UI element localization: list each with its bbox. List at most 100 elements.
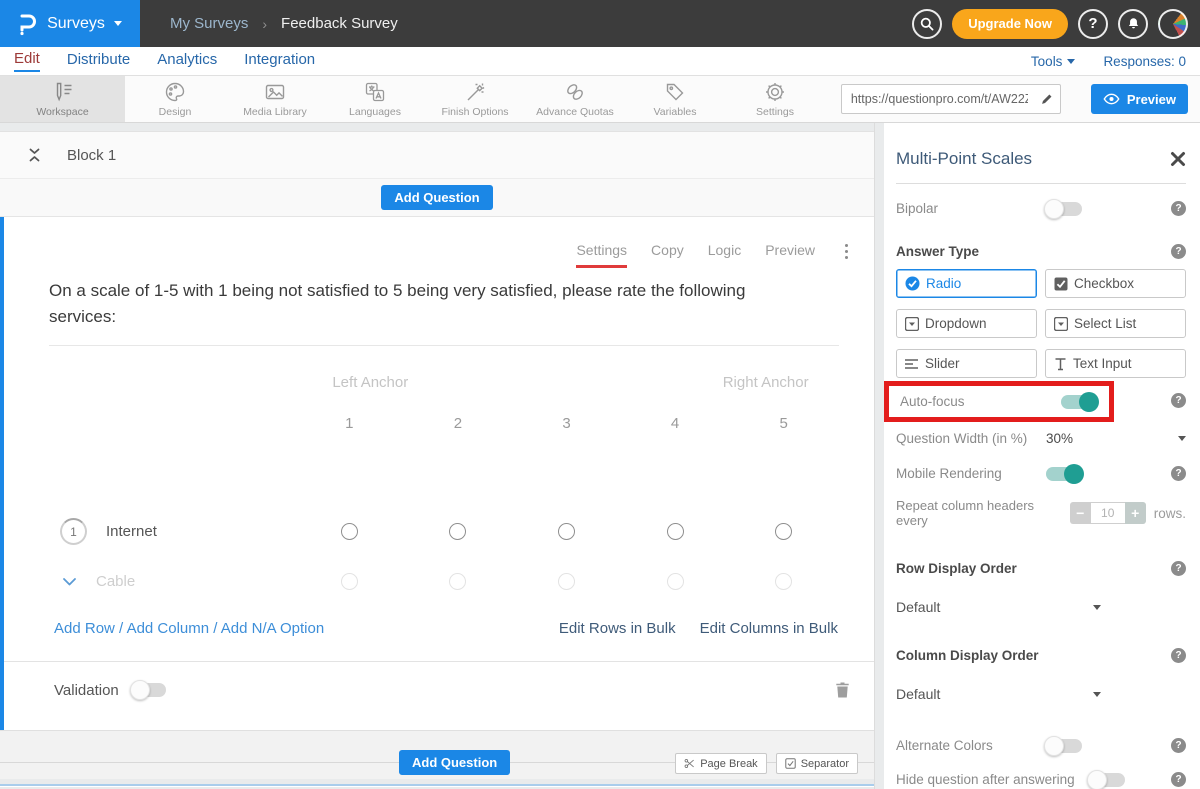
bipolar-row: Bipolar ?: [896, 201, 1186, 216]
radio-button[interactable]: [449, 573, 466, 590]
left-anchor-label[interactable]: Left Anchor: [332, 374, 408, 391]
tools-menu[interactable]: Tools: [1031, 54, 1076, 69]
breadcrumb-my-surveys[interactable]: My Surveys: [170, 15, 248, 32]
tab-integration[interactable]: Integration: [244, 51, 315, 71]
answer-type-dropdown[interactable]: Dropdown: [896, 309, 1037, 338]
collapse-block-icon[interactable]: [28, 147, 41, 163]
toolbar-item-settings[interactable]: Settings: [725, 76, 825, 122]
text-input-icon: [1054, 357, 1067, 371]
answer-type-radio[interactable]: Radio: [896, 269, 1037, 298]
answer-type-slider[interactable]: Slider: [896, 349, 1037, 378]
mobile-rendering-toggle[interactable]: [1046, 467, 1082, 481]
scale-point[interactable]: 5: [780, 415, 788, 432]
edit-rows-in-bulk-link[interactable]: Edit Rows in Bulk: [559, 620, 676, 637]
help-icon[interactable]: ?: [1171, 648, 1186, 663]
edit-columns-in-bulk-link[interactable]: Edit Columns in Bulk: [700, 620, 838, 637]
validation-toggle[interactable]: [132, 683, 166, 697]
toolbar-label: Variables: [654, 106, 697, 118]
toolbar-label: Design: [159, 106, 192, 118]
tab-distribute[interactable]: Distribute: [67, 51, 130, 71]
separator-button[interactable]: Separator: [776, 753, 858, 774]
radio-button[interactable]: [558, 523, 575, 540]
help-icon[interactable]: ?: [1171, 561, 1186, 576]
radio-button[interactable]: [667, 523, 684, 540]
question-tab-settings[interactable]: Settings: [576, 242, 627, 268]
survey-url-input[interactable]: [842, 85, 1034, 113]
edit-url-pencil-icon[interactable]: [1034, 92, 1060, 106]
page-break-button[interactable]: Page Break: [675, 753, 766, 774]
block-title[interactable]: Block 1: [67, 147, 116, 164]
radio-button[interactable]: [449, 523, 466, 540]
stepper-plus-button[interactable]: +: [1125, 502, 1146, 524]
add-question-button-top[interactable]: Add Question: [381, 185, 492, 210]
radio-button[interactable]: [775, 573, 792, 590]
product-name: Surveys: [47, 15, 105, 33]
answer-type-text-input[interactable]: Text Input: [1045, 349, 1186, 378]
help-icon[interactable]: ?: [1171, 738, 1186, 753]
upgrade-now-button[interactable]: Upgrade Now: [952, 9, 1068, 39]
add-column-link[interactable]: Add Column: [127, 620, 210, 637]
answer-type-label: Checkbox: [1074, 276, 1134, 291]
answer-type-header: Answer Type ?: [896, 244, 1186, 259]
question-tab-logic[interactable]: Logic: [708, 242, 741, 258]
scale-point[interactable]: 2: [454, 415, 462, 432]
stepper-minus-button[interactable]: −: [1070, 502, 1091, 524]
toolbar-item-finish-options[interactable]: Finish Options: [425, 76, 525, 122]
help-icon[interactable]: ?: [1171, 466, 1186, 481]
alternate-colors-toggle[interactable]: [1046, 739, 1082, 753]
hide-question-toggle[interactable]: [1089, 773, 1125, 787]
responses-count[interactable]: Responses: 0: [1103, 54, 1186, 69]
help-icon[interactable]: ?: [1171, 393, 1186, 408]
column-display-order-dropdown[interactable]: Default: [896, 686, 1101, 702]
toolbar-item-languages[interactable]: Languages: [325, 76, 425, 122]
add-question-button-bottom[interactable]: Add Question: [399, 750, 510, 775]
help-icon[interactable]: ?: [1171, 201, 1186, 216]
gear-icon: [763, 80, 787, 104]
toolbar-item-design[interactable]: Design: [125, 76, 225, 122]
scale-point[interactable]: 1: [345, 415, 353, 432]
notifications-button[interactable]: [1118, 9, 1148, 39]
answer-type-select-list[interactable]: Select List: [1045, 309, 1186, 338]
question-text[interactable]: On a scale of 1-5 with 1 being not satis…: [49, 278, 814, 329]
search-button[interactable]: [912, 9, 942, 39]
answer-type-checkbox[interactable]: Checkbox: [1045, 269, 1186, 298]
toolbar-item-media-library[interactable]: Media Library: [225, 76, 325, 122]
help-icon[interactable]: ?: [1171, 244, 1186, 259]
help-button[interactable]: ?: [1078, 9, 1108, 39]
radio-button[interactable]: [341, 573, 358, 590]
question-width-value[interactable]: 30%: [1046, 431, 1073, 446]
toolbar-item-variables[interactable]: Variables: [625, 76, 725, 122]
chevron-down-icon[interactable]: [62, 577, 77, 587]
scale-point[interactable]: 4: [671, 415, 679, 432]
toolbar-item-advance-quotas[interactable]: Advance Quotas: [525, 76, 625, 122]
right-anchor-label[interactable]: Right Anchor: [723, 374, 809, 391]
question-tab-preview[interactable]: Preview: [765, 242, 815, 258]
add-na-option-link[interactable]: Add N/A Option: [221, 620, 324, 637]
stepper-value[interactable]: 10: [1091, 502, 1125, 524]
auto-focus-toggle[interactable]: [1061, 395, 1097, 409]
radio-button[interactable]: [667, 573, 684, 590]
translate-icon: [363, 80, 387, 104]
add-row-link[interactable]: Add Row: [54, 620, 115, 637]
preview-button[interactable]: Preview: [1091, 84, 1188, 114]
row-label[interactable]: Internet: [106, 523, 157, 540]
close-icon[interactable]: [1170, 151, 1186, 167]
radio-button[interactable]: [775, 523, 792, 540]
row-display-order-dropdown[interactable]: Default: [896, 599, 1101, 615]
row-label[interactable]: Cable: [96, 573, 135, 590]
toolbar-item-workspace[interactable]: Workspace: [0, 76, 125, 122]
tab-edit[interactable]: Edit: [14, 50, 40, 72]
tab-analytics[interactable]: Analytics: [157, 51, 217, 71]
chevron-down-icon[interactable]: [1178, 436, 1186, 441]
more-options-kebab-icon[interactable]: [845, 242, 848, 259]
dropdown-box-icon: [905, 317, 919, 331]
radio-button[interactable]: [341, 523, 358, 540]
product-switcher[interactable]: Surveys: [0, 0, 140, 47]
question-tab-copy[interactable]: Copy: [651, 242, 684, 258]
help-icon[interactable]: ?: [1171, 772, 1186, 787]
delete-question-trash-icon[interactable]: [835, 681, 850, 699]
scale-point[interactable]: 3: [562, 415, 570, 432]
bipolar-toggle[interactable]: [1046, 202, 1082, 216]
radio-button[interactable]: [558, 573, 575, 590]
avatar[interactable]: [1158, 9, 1188, 39]
